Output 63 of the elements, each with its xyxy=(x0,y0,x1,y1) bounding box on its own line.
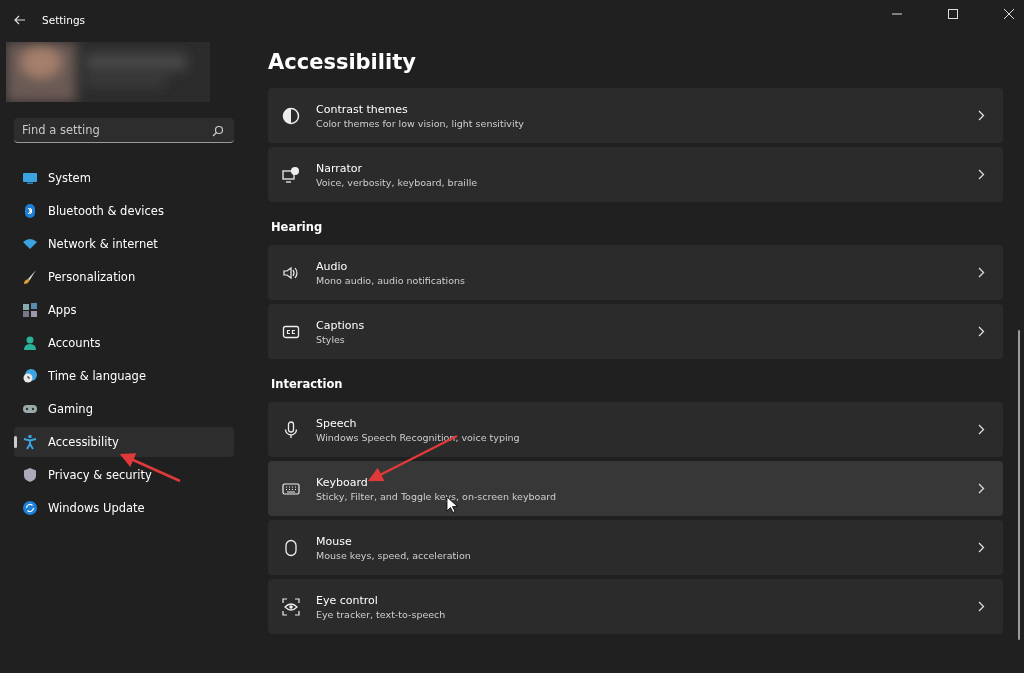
person-icon xyxy=(22,335,38,351)
card-title: Contrast themes xyxy=(316,102,409,116)
clock-icon xyxy=(22,368,38,384)
chevron-right-icon xyxy=(978,483,985,494)
card-description: Color themes for low vision, light sensitivity xyxy=(316,117,525,129)
eye-icon xyxy=(282,597,300,616)
page-title: Accessibility xyxy=(268,50,417,74)
settings-card[interactable]: Eye control Eye tracker, text-to-speech xyxy=(268,579,1003,634)
chevron-right-icon xyxy=(978,326,985,337)
chevron-right-icon xyxy=(978,601,985,612)
card-description: Eye tracker, text-to-speech xyxy=(316,608,447,620)
chevron-right-icon xyxy=(978,110,985,121)
settings-card[interactable]: Audio Mono audio, audio notifications xyxy=(268,245,1003,300)
card-title: Speech xyxy=(316,416,358,430)
close-icon[interactable] xyxy=(1004,9,1014,19)
search-icon xyxy=(212,125,224,137)
settings-card[interactable]: Mouse Mouse keys, speed, acceleration xyxy=(268,520,1003,575)
chevron-right-icon xyxy=(978,267,985,278)
sidebar-item[interactable]: Accounts xyxy=(14,328,234,358)
window-title: Settings xyxy=(42,14,86,26)
card-description: Mouse keys, speed, acceleration xyxy=(316,549,472,561)
sidebar-item[interactable]: Time & language xyxy=(14,361,234,391)
narrator-icon xyxy=(282,165,300,184)
sidebar-item[interactable]: Apps xyxy=(14,295,234,325)
sidebar-item[interactable]: Accessibility xyxy=(14,427,234,457)
sidebar-item[interactable]: Windows Update xyxy=(14,493,234,523)
settings-card[interactable]: Contrast themes Color themes for low vision, light sensitivity xyxy=(268,88,1003,143)
wifi-icon xyxy=(22,236,38,252)
sidebar-item[interactable]: Personalization xyxy=(14,262,234,292)
chevron-right-icon xyxy=(978,424,985,435)
search-field[interactable]: Find a setting xyxy=(14,118,234,143)
card-title: Keyboard xyxy=(316,475,369,489)
section-heading: Interaction xyxy=(270,376,344,393)
bluetooth-icon xyxy=(22,203,38,219)
scrollbar[interactable] xyxy=(1018,330,1020,640)
sidebar-item[interactable]: Gaming xyxy=(14,394,234,424)
card-description: Styles xyxy=(316,333,346,345)
accessibility-icon xyxy=(22,434,38,450)
settings-card[interactable]: Captions Styles xyxy=(268,304,1003,359)
sidebar-item[interactable]: Privacy & security xyxy=(14,460,234,490)
shield-icon xyxy=(22,467,38,483)
sidebar-item[interactable]: Network & internet xyxy=(14,229,234,259)
contrast-icon xyxy=(282,106,300,125)
card-title: Captions xyxy=(316,318,366,332)
section-heading: Hearing xyxy=(270,219,324,236)
sidebar-item[interactable]: Bluetooth & devices xyxy=(14,196,234,226)
update-icon xyxy=(22,500,38,516)
chevron-right-icon xyxy=(978,542,985,553)
card-description: Mono audio, audio notifications xyxy=(316,274,466,286)
card-title: Eye control xyxy=(316,593,379,607)
card-description: Voice, verbosity, keyboard, braille xyxy=(316,176,479,188)
mouse-icon xyxy=(282,538,300,557)
apps-icon xyxy=(22,302,38,318)
settings-card[interactable]: Narrator Voice, verbosity, keyboard, braille xyxy=(268,147,1003,202)
sidebar-item[interactable]: System xyxy=(14,163,234,193)
card-title: Narrator xyxy=(316,161,364,175)
card-title: Mouse xyxy=(316,534,353,548)
back-icon[interactable] xyxy=(14,15,26,25)
microphone-icon xyxy=(282,420,300,439)
monitor-icon xyxy=(22,170,38,186)
card-title: Audio xyxy=(316,259,349,273)
maximize-icon[interactable] xyxy=(948,9,958,19)
chevron-right-icon xyxy=(978,169,985,180)
